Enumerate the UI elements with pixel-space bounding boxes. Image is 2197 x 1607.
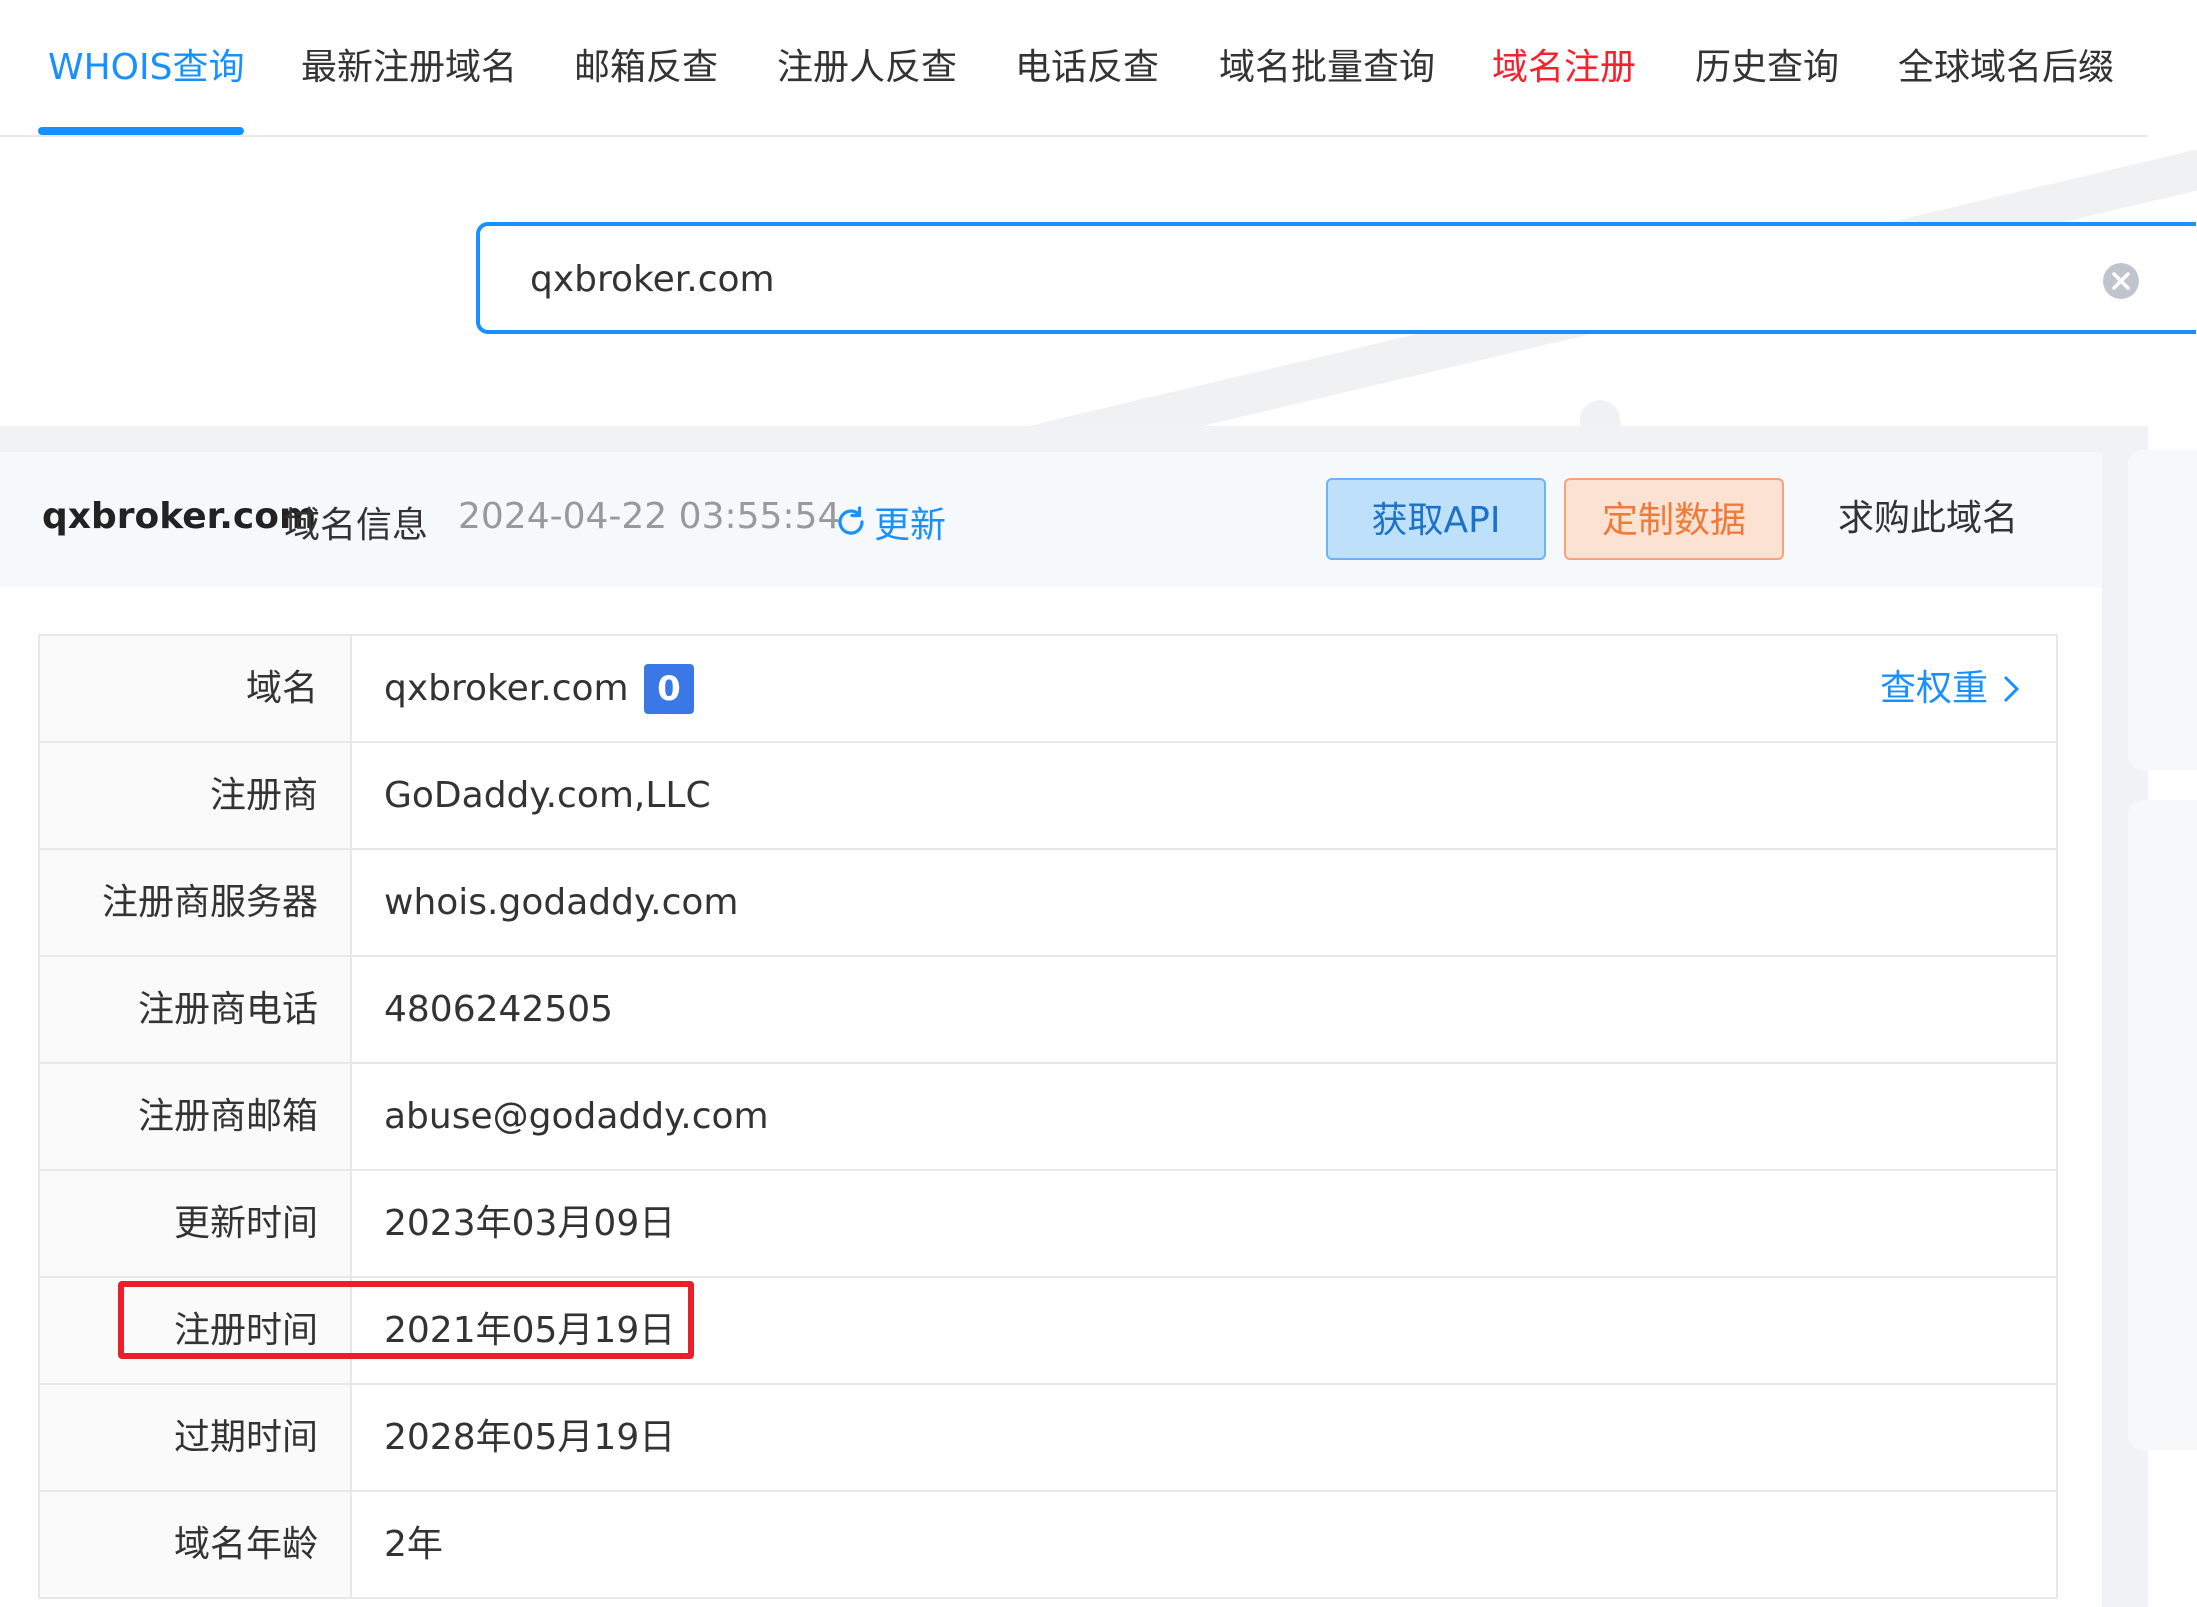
tab-history[interactable]: 历史查询 [1695,40,1839,96]
header-domain: qxbroker.com [42,496,317,537]
chevron-right-icon [2003,675,2020,702]
whois-table: 域名 qxbroker.com 0 查权重 注册商 GoDaddy.com,LL… [38,634,2058,1599]
row-value: qxbroker.com [384,668,629,709]
get-api-button[interactable]: 获取API [1326,478,1546,560]
refresh-label: 更新 [874,505,947,546]
table-row: 注册商电话 4806242505 [40,957,2056,1064]
tab-whois[interactable]: WHOIS查询 [48,40,244,96]
refresh-button[interactable]: 更新 [834,496,946,548]
row-label: 域名年龄 [40,1492,352,1597]
tab-phone-lookup[interactable]: 电话反查 [1015,40,1159,96]
close-circle-icon[interactable] [2102,262,2140,300]
table-row: 注册商服务器 whois.godaddy.com [40,850,2056,957]
buy-domain-button[interactable]: 求购此域名 [1802,478,2054,560]
table-row: 域名年龄 2年 [40,1492,2056,1599]
check-weight-link[interactable]: 查权重 [1880,636,2020,741]
row-label: 域名 [40,636,352,741]
search-input[interactable] [528,248,2032,310]
search-box [476,222,2196,334]
tab-batch-query[interactable]: 域名批量查询 [1219,40,1435,96]
tab-email-lookup[interactable]: 邮箱反查 [574,40,718,96]
side-panel [2128,800,2197,1450]
refresh-icon [838,506,864,535]
row-value: 2023年03月09日 [384,1203,676,1244]
check-weight-label: 查权重 [1879,668,1988,709]
row-label: 更新时间 [40,1171,352,1276]
row-label: 注册商 [40,743,352,848]
custom-data-button[interactable]: 定制数据 [1564,478,1784,560]
table-row: 域名 qxbroker.com 0 查权重 [40,636,2056,743]
row-value: 2028年05月19日 [384,1417,676,1458]
whois-card: qxbroker.com 域名信息 2024-04-22 03:55:54 更新… [0,452,2102,1607]
query-timestamp: 2024-04-22 03:55:54 [458,496,841,537]
tab-new-domains[interactable]: 最新注册域名 [301,40,517,96]
table-row: 注册商邮箱 abuse@godaddy.com [40,1064,2056,1171]
tab-domain-register[interactable]: 域名注册 [1492,40,1636,96]
top-nav: WHOIS查询 最新注册域名 邮箱反查 注册人反查 电话反查 域名批量查询 域名… [0,0,2148,137]
card-header: qxbroker.com 域名信息 2024-04-22 03:55:54 更新… [0,452,2102,587]
domain-badge: 0 [644,664,694,714]
table-row: 更新时间 2023年03月09日 [40,1171,2056,1278]
row-value: 4806242505 [384,989,614,1030]
table-row: 注册商 GoDaddy.com,LLC [40,743,2056,850]
header-suffix: 域名信息 [284,505,429,546]
row-label: 注册商邮箱 [40,1064,352,1169]
row-value: abuse@godaddy.com [384,1096,769,1137]
row-label: 过期时间 [40,1385,352,1490]
active-tab-indicator [38,127,244,135]
row-value: whois.godaddy.com [384,882,739,923]
row-value: GoDaddy.com,LLC [384,775,711,816]
tab-registrant-lookup[interactable]: 注册人反查 [777,40,957,96]
row-label: 注册商服务器 [40,850,352,955]
side-panel [2128,450,2197,770]
registration-date-highlight [118,1281,694,1359]
row-value: 2年 [384,1524,443,1565]
row-label: 注册商电话 [40,957,352,1062]
tab-global-suffix[interactable]: 全球域名后缀 [1898,40,2114,96]
table-row: 过期时间 2028年05月19日 [40,1385,2056,1492]
